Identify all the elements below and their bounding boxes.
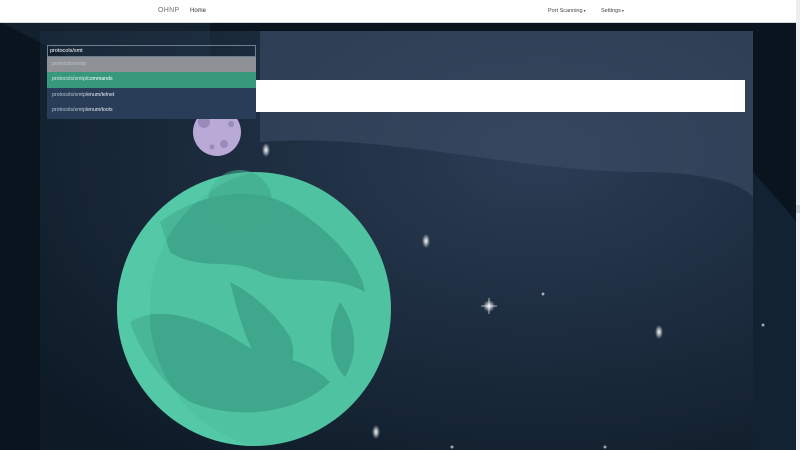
autocomplete-item[interactable]: protocols/smtp <box>47 57 256 72</box>
brand-logo[interactable]: OHNP <box>158 7 179 14</box>
suggestion-rest: /commands <box>85 76 113 82</box>
settings-label: Settings <box>601 8 621 14</box>
autocomplete-item[interactable]: protocols/smtp/enum/tools <box>47 103 256 119</box>
port-scanning-label: Port Scanning <box>548 8 583 14</box>
suggestion-rest: /enum/tools <box>85 107 113 113</box>
autocomplete-list: protocols/smtp protocols/smtp/commands p… <box>47 57 256 119</box>
suggestion-match: protocols/smtp <box>52 76 86 82</box>
top-navbar: OHNP Home Port Scanning▾ Settings▾ <box>0 0 796 23</box>
autocomplete-item[interactable]: protocols/smtp/commands <box>47 72 256 88</box>
settings-dropdown[interactable]: Settings▾ <box>601 8 624 14</box>
content-banner <box>256 80 745 112</box>
suggestion-rest: /enum/telnet <box>85 91 115 98</box>
suggestion-match: protocols/smtp <box>52 107 86 113</box>
search-container: protocols/smtp protocols/smtp/commands p… <box>47 39 256 119</box>
chevron-down-icon: ▾ <box>621 8 624 13</box>
search-input[interactable] <box>47 45 256 57</box>
page-scrollbar[interactable] <box>796 0 800 450</box>
suggestion-match: protocols/smtp <box>52 61 86 67</box>
suggestion-match: protocols/smtp <box>52 91 86 98</box>
nav-home-link[interactable]: Home <box>190 8 206 14</box>
chevron-down-icon: ▾ <box>583 8 586 13</box>
port-scanning-dropdown[interactable]: Port Scanning▾ <box>548 8 586 14</box>
scrollbar-thumb[interactable] <box>796 205 800 213</box>
autocomplete-item[interactable]: protocols/smtp/enum/telnet <box>47 87 256 103</box>
planet-illustration <box>117 170 391 446</box>
